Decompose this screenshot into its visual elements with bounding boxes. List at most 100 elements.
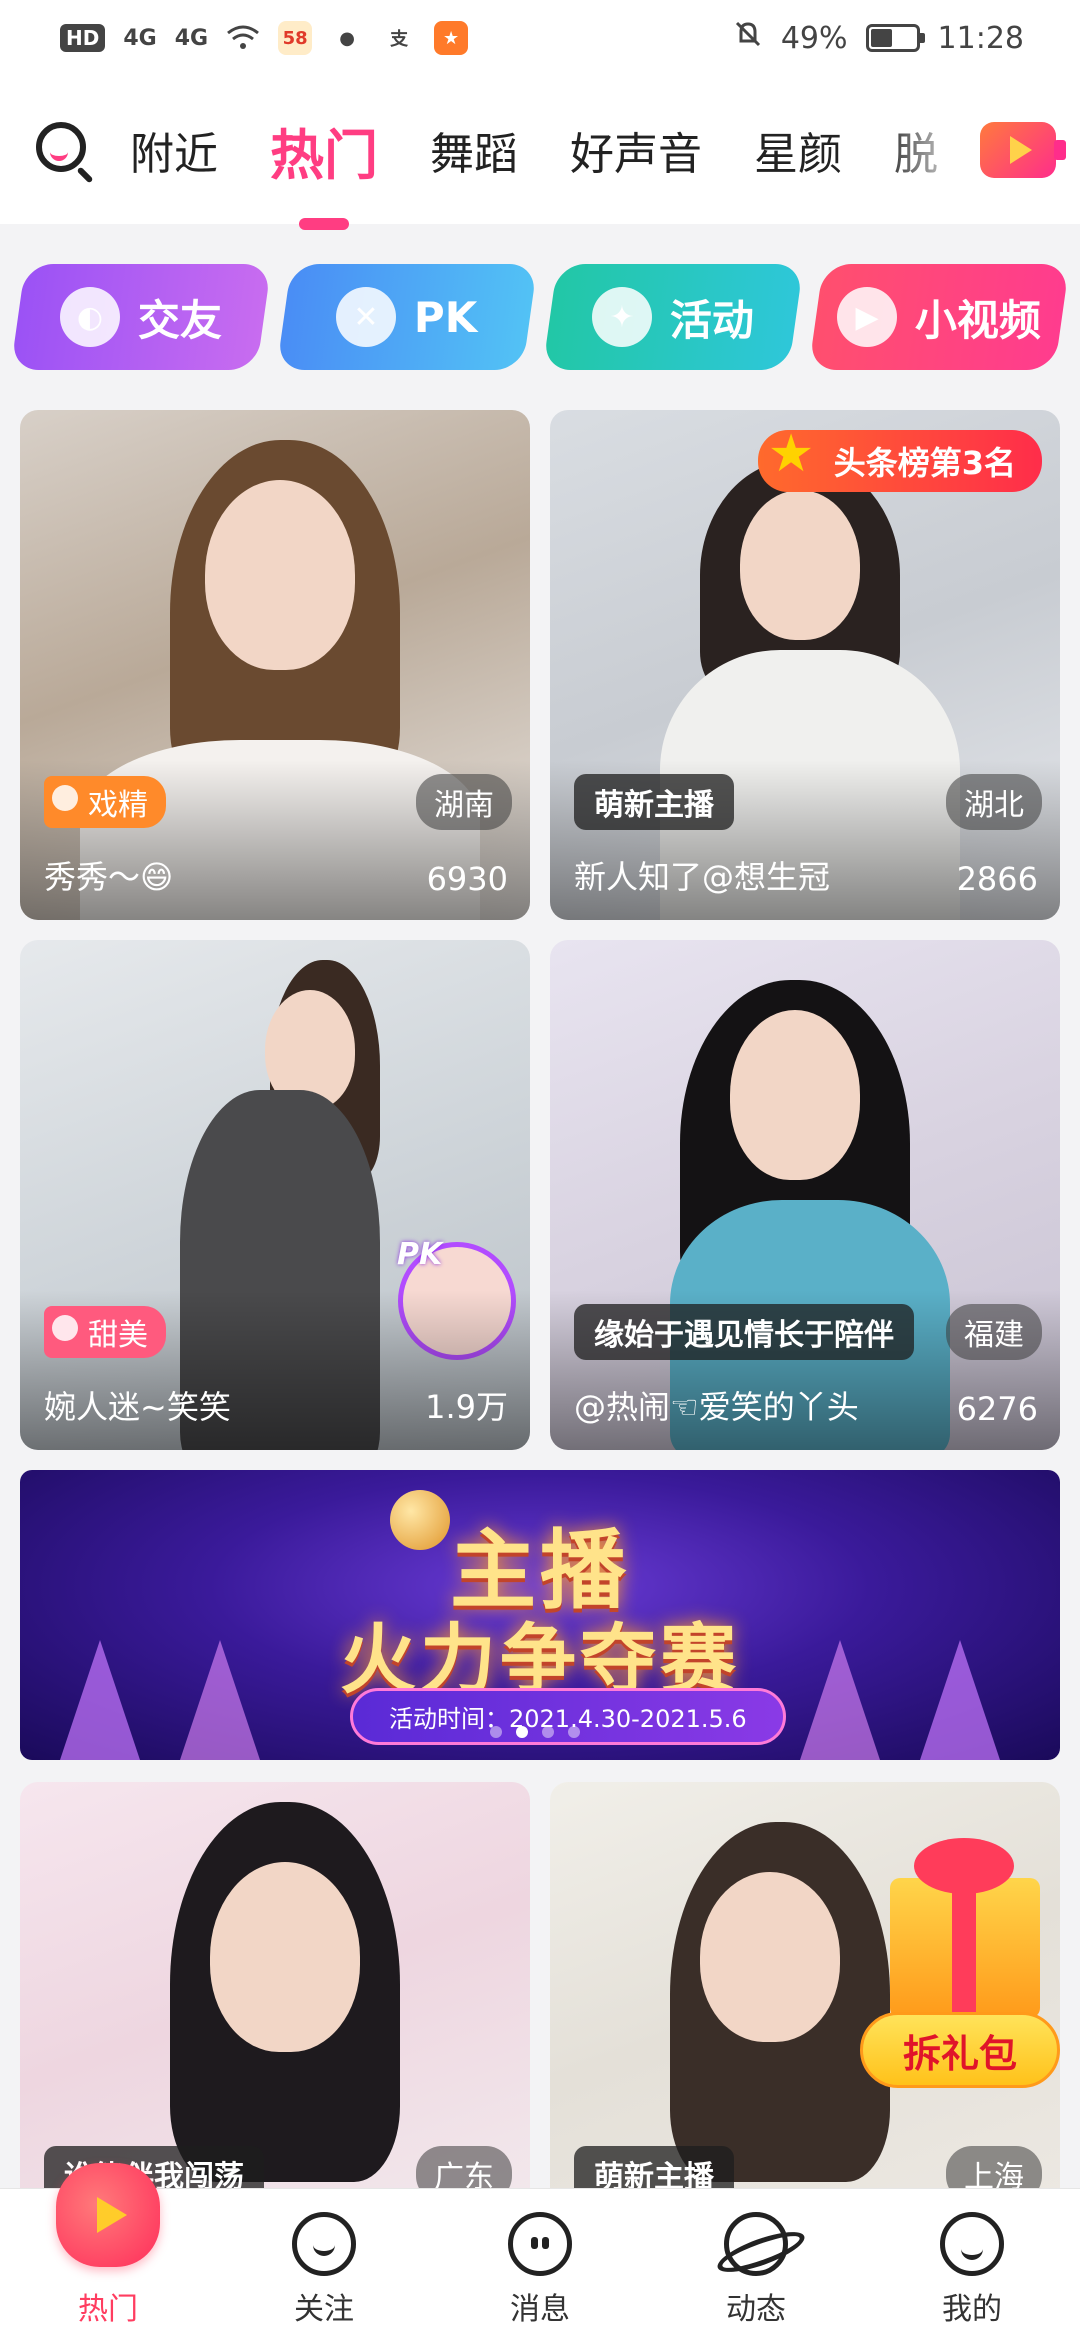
quick-label: 交友	[137, 295, 222, 345]
tab-hot[interactable]: 热门	[270, 111, 378, 190]
tab-dance[interactable]: 舞蹈	[430, 118, 518, 182]
nav-me[interactable]: 我的	[864, 2189, 1080, 2340]
nav-feed[interactable]: 动态	[648, 2189, 864, 2340]
swords-icon: ✕	[336, 287, 397, 347]
smile-icon	[940, 2212, 1004, 2276]
quick-label: 小视频	[914, 295, 1041, 345]
rank-text: 头条榜第3名	[833, 444, 1016, 482]
battery-fill	[870, 29, 893, 47]
message-icon	[508, 2212, 572, 2276]
nav-follow[interactable]: 关注	[216, 2189, 432, 2340]
bottom-nav: 热门 关注 消息 动态 我的	[0, 2163, 1080, 2340]
quick-label: 活动	[669, 295, 754, 345]
search-icon[interactable]	[34, 120, 94, 184]
tab-good-voice[interactable]: 好声音	[570, 118, 702, 182]
tab-fade	[880, 76, 970, 224]
category-tag: 戏精	[44, 776, 166, 828]
status-right: 49% 11:28	[733, 19, 1024, 57]
viewer-count: 6930	[426, 860, 508, 898]
quick-make-friends-button[interactable]: ◐ 交友	[10, 264, 272, 370]
face-shape	[205, 480, 355, 670]
nav-label: 消息	[510, 2292, 570, 2327]
heart-icon	[292, 2212, 356, 2276]
streamer-name: 新人知了@想生冠	[574, 858, 831, 896]
event-banner[interactable]: 主播 火力争夺赛 活动时间：2021.4.30-2021.5.6	[20, 1470, 1060, 1760]
app-58-icon: 58	[278, 21, 313, 55]
viewer-count: 2866	[956, 860, 1038, 898]
streamer-name: 秀秀～😄	[44, 858, 174, 896]
stream-card[interactable]: 戏精 湖南 秀秀～😄 6930	[20, 410, 530, 920]
banner-pagination	[490, 1726, 580, 1738]
wifi-icon	[226, 21, 261, 55]
gift-pack-button[interactable]: 拆礼包	[860, 1838, 1060, 2098]
banner-dot	[516, 1726, 528, 1738]
nav-hot[interactable]: 热门	[0, 2163, 216, 2340]
stream-title-label: 缘始于遇见情长于陪伴	[574, 1304, 914, 1360]
pay-icon: 支	[390, 29, 409, 50]
battery-percent: 49%	[780, 20, 848, 56]
region-badge: 福建	[946, 1304, 1042, 1360]
status-bar: HD 4G 4G 58 ● 支 ★ 49% 11:28	[0, 0, 1080, 76]
star-icon: ★	[767, 424, 815, 484]
app-screen: HD 4G 4G 58 ● 支 ★ 49% 11:28 附近 热门 舞蹈 好声音…	[0, 0, 1080, 2340]
quick-pk-button[interactable]: ✕ PK	[276, 264, 538, 370]
search-handle	[76, 166, 94, 184]
planet-icon	[724, 2212, 788, 2276]
banner-dot	[542, 1726, 554, 1738]
quick-label: PK	[414, 292, 478, 342]
quick-short-video-button[interactable]: ▶ 小视频	[808, 264, 1070, 370]
hd-badge: HD	[60, 24, 106, 52]
tab-nearby[interactable]: 附近	[130, 118, 218, 182]
streamer-name: 婉人迷~笑笑	[44, 1388, 231, 1426]
search-ring	[36, 122, 86, 172]
battery-icon	[865, 24, 925, 52]
region-badge: 湖南	[416, 774, 512, 830]
tag-text: 甜美	[88, 1318, 148, 1353]
nav-label: 我的	[942, 2292, 1002, 2327]
signal-1: 4G	[123, 25, 157, 51]
gift-ribbon	[952, 1878, 976, 2018]
clock: 11:28	[937, 20, 1024, 56]
face-shape	[730, 1010, 860, 1180]
banner-dot	[490, 1726, 502, 1738]
app-icon: ★	[434, 21, 469, 55]
streamer-name: @热闹☜爱笑的丫头	[574, 1388, 859, 1426]
stream-title-label: 萌新主播	[574, 774, 734, 830]
tab-star-face[interactable]: 星颜	[754, 118, 842, 182]
stream-card[interactable]: ★ 头条榜第3名 萌新主播 湖北 新人知了@想生冠 2866	[550, 410, 1060, 920]
viewer-count: 1.9万	[425, 1388, 508, 1426]
face-shape	[740, 490, 860, 640]
viewer-count: 6276	[956, 1390, 1038, 1428]
streamer-photo	[20, 1782, 530, 2202]
go-live-button[interactable]	[980, 122, 1066, 178]
stream-card[interactable]: 缘始于遇见情长于陪伴 福建 @热闹☜爱笑的丫头 6276	[550, 940, 1060, 1450]
rank-badge: ★ 头条榜第3名	[757, 426, 1042, 492]
video-icon: ▶	[836, 287, 897, 347]
banner-dot	[568, 1726, 580, 1738]
mute-icon	[733, 19, 763, 57]
mask-icon	[52, 785, 78, 811]
play-icon	[1010, 136, 1032, 164]
pk-text: PK	[397, 1237, 443, 1272]
nav-messages[interactable]: 消息	[432, 2189, 648, 2340]
party-icon: ✦	[591, 287, 652, 347]
status-left: HD 4G 4G 58 ● 支 ★	[60, 21, 469, 55]
signal-2: 4G	[174, 25, 209, 51]
nav-label: 关注	[294, 2292, 354, 2327]
tag-text: 戏精	[88, 788, 148, 823]
hot-flower-icon	[56, 2163, 160, 2267]
stream-card[interactable]: PK 甜美 婉人迷~笑笑 1.9万	[20, 940, 530, 1450]
face-shape	[210, 1862, 360, 2052]
quick-events-button[interactable]: ✦ 活动	[542, 264, 804, 370]
stream-card[interactable]: 谁能伴我闯荡 广东	[20, 1782, 530, 2202]
chat-icon: ●	[339, 27, 355, 49]
top-tab-bar: 附近 热门 舞蹈 好声音 星颜 脱	[0, 76, 1080, 224]
region-badge: 湖北	[946, 774, 1042, 830]
nav-label: 热门	[78, 2292, 138, 2327]
gift-bow	[914, 1838, 1014, 1894]
gift-label: 拆礼包	[860, 2012, 1060, 2088]
heart-icon	[52, 1315, 78, 1341]
face-shape	[700, 1872, 840, 2042]
ear-icon: ◐	[59, 287, 120, 347]
play-icon	[97, 2197, 127, 2233]
